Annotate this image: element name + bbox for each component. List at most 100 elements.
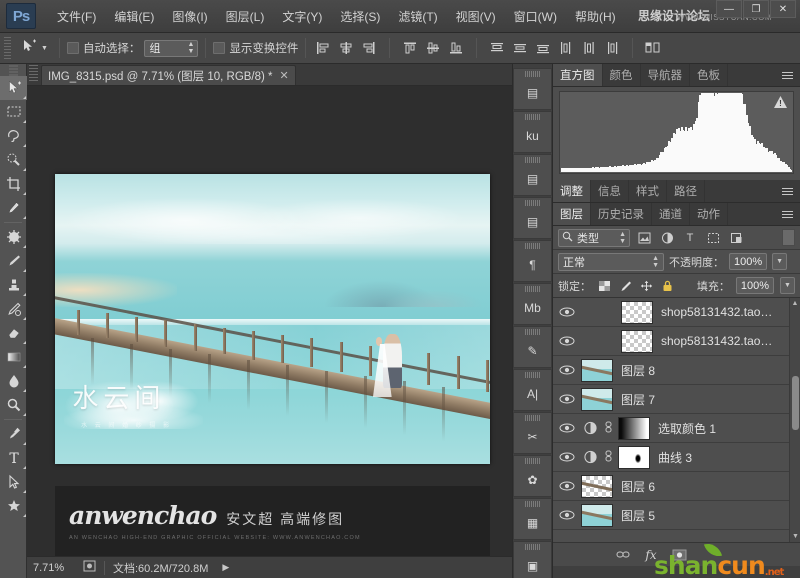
close-button[interactable]: ✕ bbox=[770, 0, 796, 18]
mask-link-icon[interactable] bbox=[601, 449, 615, 466]
table-row[interactable]: 图层 6 bbox=[553, 472, 800, 501]
menu-select[interactable]: 选择(S) bbox=[331, 4, 389, 29]
opacity-field[interactable]: 100% bbox=[729, 253, 768, 270]
tools-panel-icon[interactable]: ✂ bbox=[513, 412, 552, 454]
fill-dropdown-icon[interactable]: ▼ bbox=[780, 277, 795, 294]
align-top-edges-icon[interactable] bbox=[400, 38, 420, 58]
layer-mask-thumbnail[interactable] bbox=[618, 445, 650, 469]
3d-mode-icon[interactable] bbox=[643, 38, 663, 58]
adjustments-panel-menu-icon[interactable] bbox=[782, 185, 796, 198]
horizontal-type-tool[interactable]: T bbox=[0, 446, 27, 470]
crop-tool[interactable] bbox=[0, 172, 27, 196]
layer-name[interactable]: 图层 7 bbox=[621, 391, 655, 408]
layer-visibility-toggle[interactable] bbox=[555, 501, 579, 530]
tab-layers[interactable]: 图层 bbox=[553, 203, 591, 225]
layers-panel-menu-icon[interactable] bbox=[782, 208, 796, 221]
filter-enable-toggle[interactable] bbox=[782, 229, 795, 246]
tab-swatches[interactable]: 色板 bbox=[690, 64, 728, 86]
align-right-edges-icon[interactable] bbox=[359, 38, 379, 58]
tab-styles[interactable]: 样式 bbox=[629, 180, 667, 202]
tab-channels[interactable]: 通道 bbox=[652, 203, 690, 225]
table-row[interactable]: shop58131432.tao… bbox=[553, 327, 800, 356]
notes-panel-icon[interactable]: ▤ bbox=[513, 154, 552, 196]
histogram-cache-warning-icon[interactable]: ! bbox=[774, 96, 787, 108]
selective-color-icon[interactable] bbox=[579, 414, 601, 443]
distribute-bottom-icon[interactable] bbox=[533, 38, 553, 58]
tab-history[interactable]: 历史记录 bbox=[591, 203, 652, 225]
distribute-vertical-center-icon[interactable] bbox=[510, 38, 530, 58]
histogram-panel-menu-icon[interactable] bbox=[782, 69, 796, 82]
tool-preset-picker[interactable]: ▼ bbox=[17, 38, 52, 59]
align-vertical-centers-icon[interactable] bbox=[423, 38, 443, 58]
layer-name[interactable]: shop58131432.tao… bbox=[661, 305, 772, 319]
tab-info[interactable]: 信息 bbox=[591, 180, 629, 202]
scrollbar-down-arrow-icon[interactable]: ▼ bbox=[790, 531, 800, 542]
lock-image-pixels-icon[interactable] bbox=[618, 278, 633, 293]
layer-name[interactable]: 图层 6 bbox=[621, 478, 655, 495]
menu-filter[interactable]: 滤镜(T) bbox=[389, 4, 446, 29]
layer-visibility-toggle[interactable] bbox=[555, 385, 579, 414]
tab-color[interactable]: 颜色 bbox=[602, 64, 641, 86]
quick-selection-tool[interactable] bbox=[0, 148, 27, 172]
clone-stamp-tool[interactable] bbox=[0, 273, 27, 297]
lock-all-icon[interactable] bbox=[660, 278, 675, 293]
menu-window[interactable]: 窗口(W) bbox=[505, 4, 566, 29]
timeline-panel-icon[interactable]: ▦ bbox=[513, 498, 552, 540]
filter-shape-layers-icon[interactable] bbox=[704, 229, 722, 246]
auto-select-checkbox[interactable] bbox=[66, 42, 79, 54]
layer-comps-panel-icon[interactable]: ▣ bbox=[513, 541, 552, 578]
align-left-edges-icon[interactable] bbox=[313, 38, 333, 58]
layer-list[interactable]: shop58131432.tao… shop58131432.tao… 图层 8… bbox=[553, 298, 800, 542]
tool-presets-panel-icon[interactable]: ✎ bbox=[513, 326, 552, 368]
lock-transparent-pixels-icon[interactable] bbox=[597, 278, 612, 293]
eraser-tool[interactable] bbox=[0, 321, 27, 345]
scrollbar-thumb[interactable] bbox=[792, 376, 799, 430]
menu-type[interactable]: 文字(Y) bbox=[273, 4, 331, 29]
minimize-button[interactable]: — bbox=[716, 0, 742, 18]
kuler-panel-icon[interactable]: ku bbox=[513, 111, 552, 153]
fill-field[interactable]: 100% bbox=[735, 277, 774, 294]
table-row[interactable]: 选取颜色 1 bbox=[553, 414, 800, 443]
layer-visibility-toggle[interactable] bbox=[555, 443, 579, 472]
menu-view[interactable]: 视图(V) bbox=[447, 4, 505, 29]
path-selection-tool[interactable] bbox=[0, 470, 27, 494]
lock-position-icon[interactable] bbox=[639, 278, 654, 293]
layer-thumbnail[interactable] bbox=[581, 387, 613, 411]
paragraph-panel-icon[interactable]: ▤ bbox=[513, 197, 552, 239]
table-row[interactable]: 图层 5 bbox=[553, 501, 800, 530]
layer-visibility-toggle[interactable] bbox=[555, 327, 579, 356]
menu-layer[interactable]: 图层(L) bbox=[217, 4, 274, 29]
align-horizontal-centers-icon[interactable] bbox=[336, 38, 356, 58]
paragraph-styles-panel-icon[interactable]: ¶ bbox=[513, 240, 552, 282]
status-expand-arrow-icon[interactable]: ▶ bbox=[222, 562, 229, 573]
document-tab-close-icon[interactable]: ✕ bbox=[280, 69, 289, 82]
auto-select-scope-dropdown[interactable]: 组 ▲ ▼ bbox=[144, 39, 199, 57]
menu-file[interactable]: 文件(F) bbox=[48, 4, 105, 29]
distribute-top-icon[interactable] bbox=[487, 38, 507, 58]
filter-pixel-layers-icon[interactable] bbox=[635, 229, 653, 246]
eyedropper-tool[interactable] bbox=[0, 196, 27, 220]
layer-thumbnail[interactable] bbox=[581, 474, 613, 498]
table-row[interactable]: 图层 7 bbox=[553, 385, 800, 414]
lasso-tool[interactable] bbox=[0, 124, 27, 148]
menu-image[interactable]: 图像(I) bbox=[163, 4, 216, 29]
gradient-tool[interactable] bbox=[0, 345, 27, 369]
distribute-right-icon[interactable] bbox=[602, 38, 622, 58]
brush-presets-panel-icon[interactable]: ▤ bbox=[513, 68, 552, 110]
filter-adjustment-layers-icon[interactable] bbox=[658, 229, 676, 246]
preview-box-icon[interactable] bbox=[83, 560, 96, 575]
move-tool[interactable] bbox=[0, 76, 27, 100]
tools-panel-grip[interactable] bbox=[0, 64, 26, 76]
canvas-area[interactable]: 水云间 水 云 间 婚 纱 摄 影 anwenchao 安文超 高端修图 AN … bbox=[27, 86, 512, 556]
link-layers-icon[interactable] bbox=[615, 549, 631, 560]
opacity-dropdown-icon[interactable]: ▼ bbox=[772, 253, 788, 270]
spot-healing-brush-tool[interactable] bbox=[0, 225, 27, 249]
document-tab[interactable]: IMG_8315.psd @ 7.71% (图层 10, RGB/8) * ✕ bbox=[41, 65, 296, 85]
custom-shape-tool[interactable] bbox=[0, 494, 27, 518]
options-bar-grip[interactable] bbox=[4, 37, 11, 59]
measurement-log-panel-icon[interactable]: Mb bbox=[513, 283, 552, 325]
document-tab-grip[interactable] bbox=[29, 65, 38, 83]
zoom-level-field[interactable]: 7.71% bbox=[33, 562, 75, 574]
scrollbar-up-arrow-icon[interactable]: ▲ bbox=[790, 298, 800, 309]
layer-name[interactable]: shop58131432.tao… bbox=[661, 334, 772, 348]
